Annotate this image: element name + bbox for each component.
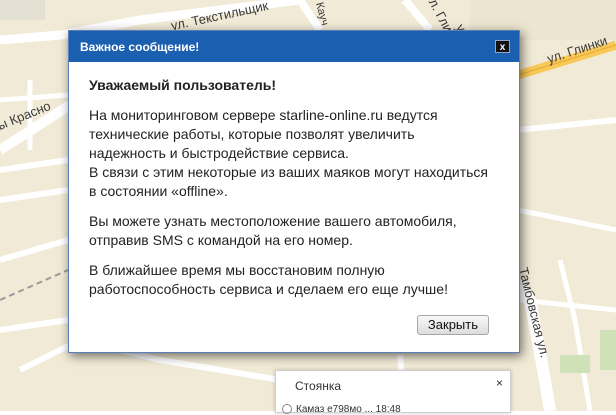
text-line: надежность и быстродействие сервиса.	[89, 145, 349, 161]
dialog-title: Важное сообщение!	[80, 40, 200, 54]
paragraph-sms: Вы можете узнать местоположение вашего а…	[89, 212, 499, 250]
close-icon[interactable]: ×	[496, 376, 503, 390]
paragraph-restore: В ближайшее время мы восстановим полную …	[89, 261, 499, 299]
text-line: В ближайшее время мы восстановим полную	[89, 262, 385, 278]
parking-title: Стоянка	[295, 379, 342, 393]
paragraph-maintenance: На мониторинговом сервере starline-onlin…	[89, 106, 499, 201]
radio-icon[interactable]	[282, 404, 292, 415]
text-line: работоспособность сервиса и сделаем его …	[89, 281, 448, 297]
text-line: На мониторинговом сервере starline-onlin…	[89, 107, 438, 123]
close-icon[interactable]: x	[495, 40, 510, 53]
important-message-dialog: Важное сообщение! x Уважаемый пользовате…	[68, 30, 520, 353]
close-button[interactable]: Закрыть	[416, 315, 489, 335]
greeting: Уважаемый пользователь!	[89, 77, 277, 93]
dialog-body: Уважаемый пользователь! На мониторингово…	[69, 62, 519, 299]
text-line: В связи с этим некоторые из ваших маяков…	[89, 164, 488, 180]
text-line: технические работы, которые позволят уве…	[89, 126, 415, 142]
text-line: отправив SMS с командой на его номер.	[89, 232, 353, 248]
list-item[interactable]: Камаз е798мо ... 18:48	[282, 404, 401, 415]
dialog-header: Важное сообщение! x	[69, 31, 519, 62]
text-line: в состоянии «offline».	[89, 183, 228, 199]
parking-panel: Стоянка × Камаз е798мо ... 18:48	[275, 370, 511, 415]
text-line: Вы можете узнать местоположение вашего а…	[89, 213, 457, 229]
vehicle-label: Камаз е798мо ... 18:48	[296, 404, 401, 415]
